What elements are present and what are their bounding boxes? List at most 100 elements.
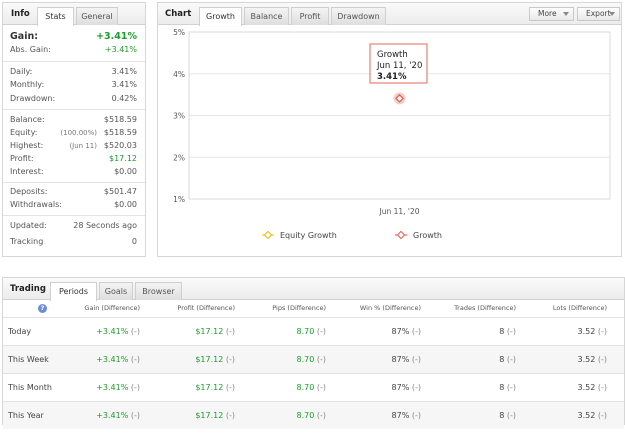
tab-growth[interactable]: Growth xyxy=(199,7,242,26)
drawdown-row: Drawdown: 0.42% xyxy=(10,94,137,106)
chart-points xyxy=(393,92,406,105)
win-cell: 87% (-) xyxy=(392,411,421,420)
gain-row: Gain: +3.41% xyxy=(10,31,137,45)
profit-label: Profit: xyxy=(10,154,34,163)
trades-cell-difference: (-) xyxy=(506,411,516,420)
trading-panel-title: Trading xyxy=(10,284,46,294)
pips-cell: 8.70 (-) xyxy=(297,327,327,336)
lots-cell-difference: (-) xyxy=(597,327,607,336)
gain-label: Gain: xyxy=(10,31,39,42)
lots-cell-value: 3.52 xyxy=(577,411,596,420)
column-header-pips[interactable]: Pips (Difference) xyxy=(272,304,326,312)
trades-cell-difference: (-) xyxy=(506,383,516,392)
profit-cell: $17.12 (-) xyxy=(195,411,235,420)
y-axis-ticks: 5% 4% 3% 2% 1% xyxy=(173,28,185,204)
trading-panel: Trading Periods Goals Browser ? Gain (Di… xyxy=(2,277,625,429)
x-tick-label: Jun 11, '20 xyxy=(378,207,419,216)
lots-cell-value: 3.52 xyxy=(577,383,596,392)
gain-cell: +3.41% (-) xyxy=(96,327,140,336)
divider xyxy=(3,61,145,62)
info-panel-title: Info xyxy=(11,9,30,19)
trades-cell: 8 (-) xyxy=(499,327,516,336)
tab-balance[interactable]: Balance xyxy=(244,7,289,25)
abs-gain-value: +3.41% xyxy=(104,45,137,54)
more-button-label: More xyxy=(538,9,557,18)
tab-goals[interactable]: Goals xyxy=(99,282,133,300)
trading-panel-header: Trading Periods Goals Browser xyxy=(3,278,624,301)
deposits-value: $501.47 xyxy=(103,187,137,196)
divider xyxy=(3,182,145,183)
profit-cell-difference: (-) xyxy=(225,411,235,420)
help-icon[interactable]: ? xyxy=(38,304,47,313)
equity-value: $518.59 xyxy=(103,128,137,137)
win-cell: 87% (-) xyxy=(392,355,421,364)
pips-cell-difference: (-) xyxy=(316,327,326,336)
drawdown-value: 0.42% xyxy=(111,94,137,103)
pips-cell-difference: (-) xyxy=(316,383,326,392)
y-tick-label: 4% xyxy=(173,70,185,79)
column-header-win[interactable]: Win % (Difference) xyxy=(360,304,421,312)
pips-cell-value: 8.70 xyxy=(296,383,315,392)
column-header-trades[interactable]: Trades (Difference) xyxy=(454,304,516,312)
drawdown-label: Drawdown: xyxy=(10,94,56,103)
legend-item-equity-growth[interactable]: Equity Growth xyxy=(262,230,337,240)
pips-cell: 8.70 (-) xyxy=(297,355,327,364)
profit-value: $17.12 xyxy=(109,154,137,163)
lots-cell-difference: (-) xyxy=(597,355,607,364)
gain-cell: +3.41% (-) xyxy=(96,411,140,420)
win-cell-difference: (-) xyxy=(411,383,421,392)
equity-percent: (100.00%) xyxy=(60,129,97,137)
period-name: This Week xyxy=(8,355,49,364)
balance-row: Balance: $518.59 xyxy=(10,115,137,127)
tab-stats[interactable]: Stats xyxy=(37,7,74,26)
y-tick-label: 2% xyxy=(173,153,185,162)
period-name: Today xyxy=(8,327,32,336)
gain-cell-value: +3.41% xyxy=(96,383,129,392)
more-button[interactable]: More xyxy=(529,7,574,21)
daily-value: 3.41% xyxy=(111,67,137,76)
pips-cell-difference: (-) xyxy=(316,411,326,420)
column-header-profit[interactable]: Profit (Difference) xyxy=(177,304,235,312)
column-header-lots[interactable]: Lots (Difference) xyxy=(553,304,607,312)
tab-drawdown[interactable]: Drawdown xyxy=(331,7,386,25)
divider xyxy=(3,109,145,110)
tab-general[interactable]: General xyxy=(76,7,118,25)
pips-cell-value: 8.70 xyxy=(296,411,315,420)
chart-legend: Equity Growth Growth xyxy=(262,230,442,240)
legend-item-growth[interactable]: Growth xyxy=(395,230,442,240)
win-cell-value: 87% xyxy=(391,383,410,392)
abs-gain-row: Abs. Gain: +3.41% xyxy=(10,45,137,57)
updated-row: Updated: 28 Seconds ago xyxy=(10,221,137,233)
win-cell-difference: (-) xyxy=(411,355,421,364)
info-panel-header: Info Stats General xyxy=(3,3,145,26)
pips-cell-value: 8.70 xyxy=(296,355,315,364)
profit-cell: $17.12 (-) xyxy=(195,383,235,392)
y-tick-label: 3% xyxy=(173,112,185,121)
column-header-gain[interactable]: Gain (Difference) xyxy=(84,304,140,312)
interest-row: Interest: $0.00 xyxy=(10,167,137,179)
tab-browser[interactable]: Browser xyxy=(135,282,182,300)
trades-cell: 8 (-) xyxy=(499,383,516,392)
chart-panel-title: Chart xyxy=(165,9,192,19)
tooltip-value: 3.41% xyxy=(377,72,407,82)
pips-cell: 8.70 (-) xyxy=(297,383,327,392)
export-button-label: Export xyxy=(586,9,611,18)
y-tick-label: 1% xyxy=(173,195,185,204)
chart-tooltip: Growth Jun 11, '20 3.41% xyxy=(369,43,428,84)
win-cell-value: 87% xyxy=(391,355,410,364)
tab-profit[interactable]: Profit xyxy=(291,7,329,25)
updated-label: Updated: xyxy=(10,221,47,230)
info-panel: Info Stats General Gain: +3.41% Abs. Gai… xyxy=(2,2,146,257)
lots-cell: 3.52 (-) xyxy=(578,383,608,392)
table-row: Today +3.41% (-) $17.12 (-) 8.70 (-) 87% (-)… xyxy=(3,317,624,345)
lots-cell: 3.52 (-) xyxy=(578,355,608,364)
profit-cell-difference: (-) xyxy=(225,327,235,336)
win-cell: 87% (-) xyxy=(392,383,421,392)
export-button[interactable]: Export xyxy=(577,7,620,21)
tab-periods[interactable]: Periods xyxy=(50,282,97,301)
gain-cell-value: +3.41% xyxy=(96,411,129,420)
win-cell-difference: (-) xyxy=(411,327,421,336)
legend-label: Growth xyxy=(413,231,442,240)
profit-cell: $17.12 (-) xyxy=(195,355,235,364)
trades-cell-difference: (-) xyxy=(506,327,516,336)
